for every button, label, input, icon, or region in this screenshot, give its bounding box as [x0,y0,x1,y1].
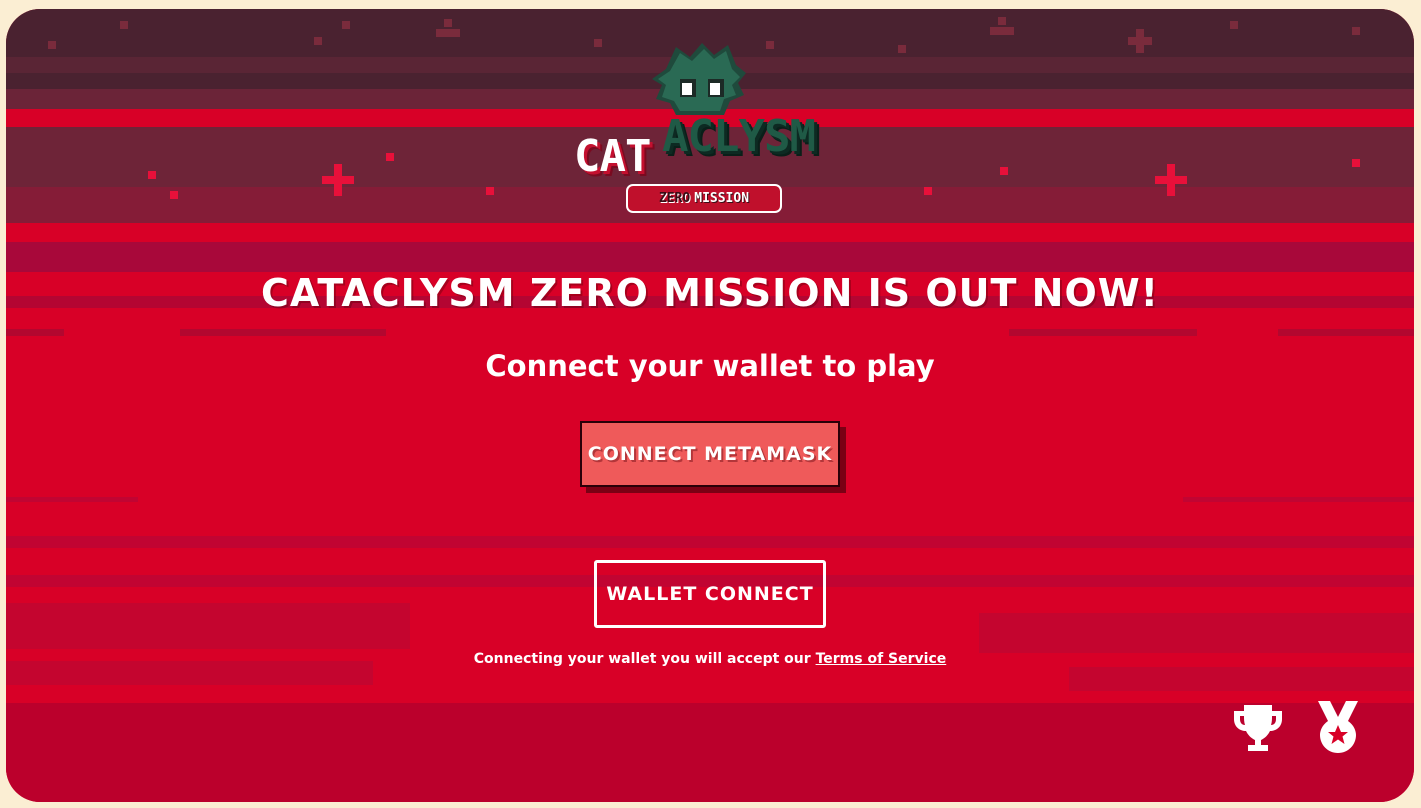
game-frame: CAT x ACLYSM ZERO MISSION CATACLYSM ZERO… [6,9,1414,802]
bg-band [1183,497,1414,502]
pixel-sparkle [386,153,394,161]
pixel-sparkle [48,41,56,49]
pixel-sparkle [1230,21,1238,29]
pixel-sparkle [1352,27,1360,35]
logo-word-aclysm: ACLYSM [662,111,816,162]
wallet-connect-button[interactable]: WALLET CONNECT [594,560,826,628]
zero-mission-badge: ZERO MISSION [626,184,782,213]
pixel-sparkle [444,19,452,27]
terms-notice: Connecting your wallet you will accept o… [6,651,1414,667]
pixel-sparkle [998,17,1006,25]
cat-mascot-icon [652,43,746,115]
pixel-sparkle [1000,167,1008,175]
pixel-sparkle [990,27,1014,35]
badge-mission-text: MISSION [694,191,750,206]
pixel-sparkle [436,29,460,37]
bg-band [6,603,410,649]
headline: CATACLYSM ZERO MISSION IS OUT NOW! [261,271,1159,315]
terms-prefix: Connecting your wallet you will accept o… [473,651,816,667]
pixel-sparkle [170,191,178,199]
bg-band [1009,329,1197,336]
pixel-sparkle [898,45,906,53]
subhead: Connect your wallet to play [485,349,935,383]
trophy-icon [1234,705,1282,751]
terms-of-service-link[interactable]: Terms of Service [816,651,947,667]
bg-stripe [6,703,1414,802]
pixel-sparkle [1155,176,1187,184]
bg-band [6,497,138,502]
bg-stripe [6,536,1414,548]
pixel-sparkle [148,171,156,179]
bg-band [1069,667,1414,691]
medal-icon [1318,701,1358,753]
leaderboard-button[interactable] [1230,699,1286,755]
pixel-sparkle [486,187,494,195]
pixel-sparkle [120,21,128,29]
bg-band [6,329,64,336]
pixel-sparkle [314,37,322,45]
bg-band [979,613,1414,653]
bg-band [180,329,386,336]
achievements-button[interactable] [1310,699,1366,755]
pixel-sparkle [1352,159,1360,167]
logo-word-cat: CAT [574,131,651,182]
pixel-sparkle [1128,37,1152,45]
bg-band [1278,329,1414,336]
bg-stripe [6,242,1414,272]
connect-metamask-button[interactable]: CONNECT METAMASK [580,421,840,487]
badge-zero-text: ZERO [658,191,691,206]
pixel-sparkle [924,187,932,195]
pixel-sparkle [342,21,350,29]
pixel-sparkle [322,176,354,184]
